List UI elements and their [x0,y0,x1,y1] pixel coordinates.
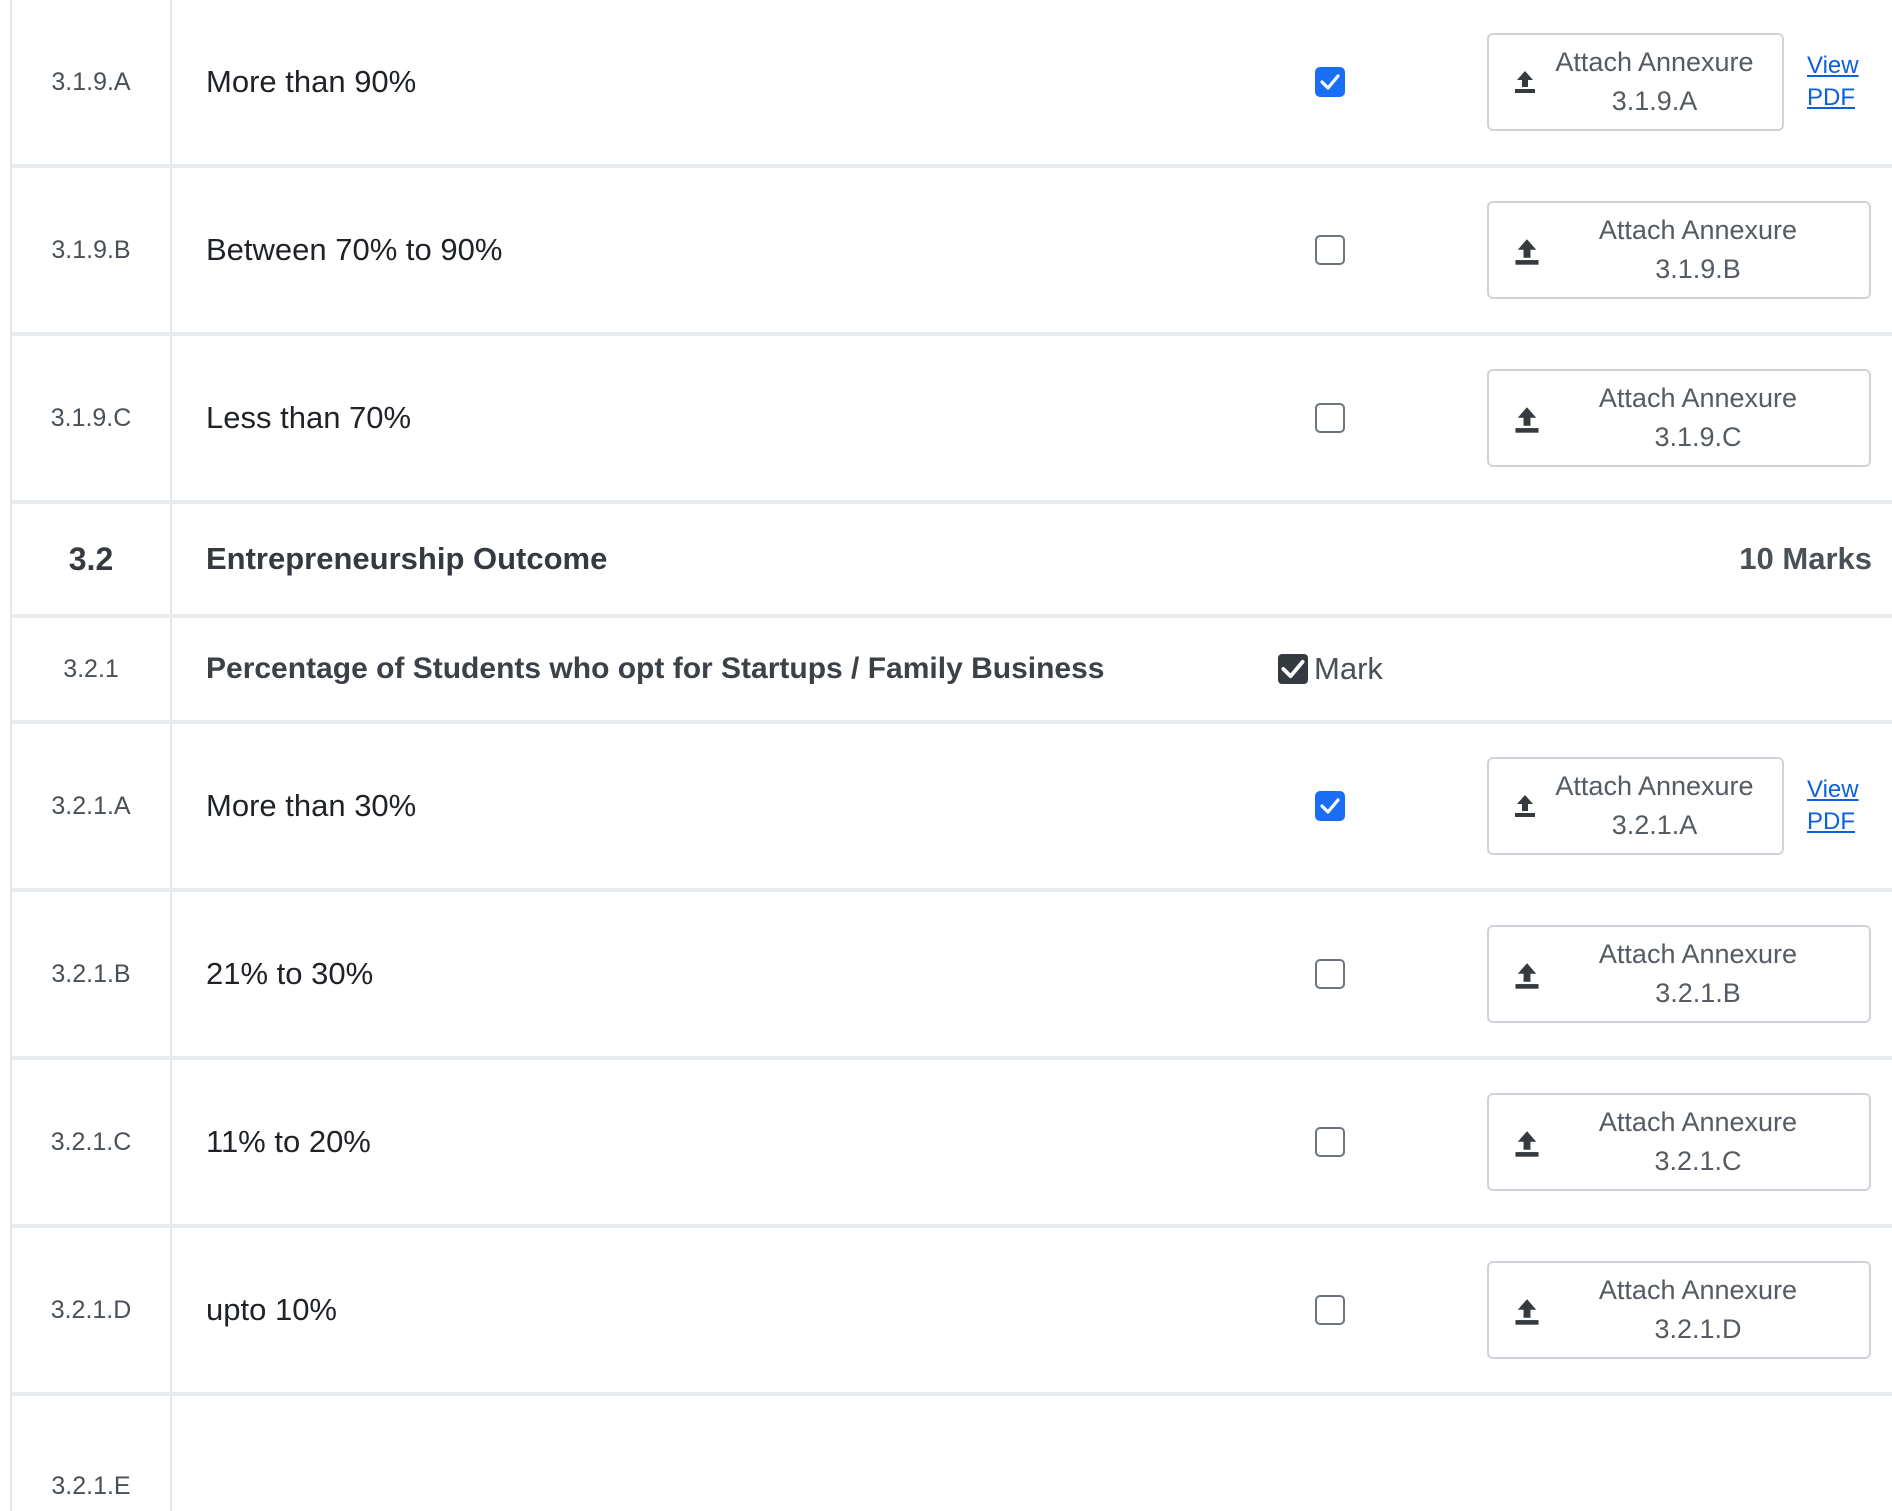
view-link-line1: View [1807,776,1859,803]
row-code: 3.2.1.B [12,892,172,1056]
view-link-line2: PDF [1807,84,1855,111]
option-label: More than 30% [206,788,417,823]
option-label: Between 70% to 90% [206,232,503,267]
attach-annexure-button[interactable]: Attach Annexure 3.1.9.B [1487,201,1871,299]
view-link-line2: PDF [1807,808,1855,835]
section-marks: 10 Marks [1739,541,1872,576]
option-row-3-2-1-e: 3.2.1.E [12,1396,1892,1511]
upload-icon [1515,239,1539,265]
row-code: 3.1.9.A [12,0,172,164]
option-label: Less than 70% [206,400,412,435]
option-row-3-2-1-d: 3.2.1.D upto 10% Attach Annexure 3.2.1.D [12,1228,1892,1396]
attach-annexure-button[interactable]: Attach Annexure 3.2.1.A [1487,757,1784,855]
question-row-3-2-1: 3.2.1 Percentage of Students who opt for… [12,618,1892,724]
option-checkbox[interactable] [1315,1127,1345,1157]
checkmark-icon [1320,798,1340,814]
upload-icon [1515,963,1539,989]
attach-label: Attach Annexure [1598,1107,1798,1137]
view-link-line1: View [1807,52,1859,79]
section-code: 3.2 [12,504,172,614]
attach-code: 3.2.1.C [1654,1146,1742,1176]
attach-code: 3.2.1.D [1654,1314,1742,1344]
attach-annexure-button[interactable]: Attach Annexure 3.2.1.D [1487,1261,1871,1359]
attach-code: 3.2.1.B [1655,978,1741,1008]
row-code: 3.2.1.A [12,724,172,888]
attach-annexure-button[interactable]: Attach Annexure 3.2.1.C [1487,1093,1871,1191]
row-code: 3.2.1.E [12,1396,172,1511]
checkmark-icon [1281,659,1305,679]
option-checkbox[interactable] [1315,67,1345,97]
attach-label: Attach Annexure [1598,215,1798,245]
attach-label: Attach Annexure [1598,939,1798,969]
attach-label: Attach Annexure [1598,383,1798,413]
option-checkbox[interactable] [1315,235,1345,265]
attach-code: 3.1.9.C [1654,422,1742,452]
option-row-3-2-1-a: 3.2.1.A More than 30% Attach Annexure 3.… [12,724,1892,892]
mark-checkbox-box[interactable] [1278,654,1308,684]
upload-icon [1515,407,1539,433]
upload-icon [1515,1299,1539,1325]
attach-annexure-button[interactable]: Attach Annexure 3.1.9.A [1487,33,1784,131]
attach-label: Attach Annexure [1555,47,1754,77]
view-pdf-link[interactable]: View PDF [1807,50,1859,114]
attach-label: Attach Annexure [1598,1275,1798,1305]
upload-icon [1515,71,1535,93]
option-label: 21% to 30% [206,956,374,991]
section-row-3-2: 3.2 Entrepreneurship Outcome 10 Marks [12,504,1892,618]
option-label: 11% to 20% [206,1124,371,1159]
row-code: 3.1.9.C [12,336,172,500]
row-code: 3.2.1.D [12,1228,172,1392]
option-checkbox[interactable] [1315,791,1345,821]
attach-annexure-button[interactable]: Attach Annexure 3.1.9.C [1487,369,1871,467]
option-row-3-1-9-a: 3.1.9.A More than 90% Attach Annexure 3.… [12,0,1892,168]
question-code: 3.2.1 [12,618,172,720]
mark-checkbox[interactable]: Mark [1278,651,1383,687]
upload-icon [1515,1131,1539,1157]
option-checkbox[interactable] [1315,959,1345,989]
option-label: upto 10% [206,1292,337,1327]
upload-icon [1515,795,1535,817]
mark-label: Mark [1314,651,1383,686]
attach-label: Attach Annexure [1555,771,1754,801]
option-checkbox[interactable] [1315,403,1345,433]
option-row-3-2-1-c: 3.2.1.C 11% to 20% Attach Annexure 3.2.1… [12,1060,1892,1228]
criteria-table: 3.1.9.A More than 90% Attach Annexure 3.… [10,0,1892,1511]
question-label: Percentage of Students who opt for Start… [206,652,1105,685]
option-row-3-1-9-b: 3.1.9.B Between 70% to 90% Attach Annexu… [12,168,1892,336]
attach-code: 3.1.9.B [1655,254,1741,284]
row-code: 3.1.9.B [12,168,172,332]
option-checkbox[interactable] [1315,1295,1345,1325]
view-pdf-link[interactable]: View PDF [1807,774,1859,838]
attach-code: 3.1.9.A [1611,86,1698,116]
option-row-3-2-1-b: 3.2.1.B 21% to 30% Attach Annexure 3.2.1… [12,892,1892,1060]
section-title: Entrepreneurship Outcome [206,541,608,576]
attach-annexure-button[interactable]: Attach Annexure 3.2.1.B [1487,925,1871,1023]
attach-code: 3.2.1.A [1611,810,1698,840]
option-label: More than 90% [206,64,417,99]
row-code: 3.2.1.C [12,1060,172,1224]
option-row-3-1-9-c: 3.1.9.C Less than 70% Attach Annexure 3.… [12,336,1892,504]
checkmark-icon [1320,74,1340,90]
